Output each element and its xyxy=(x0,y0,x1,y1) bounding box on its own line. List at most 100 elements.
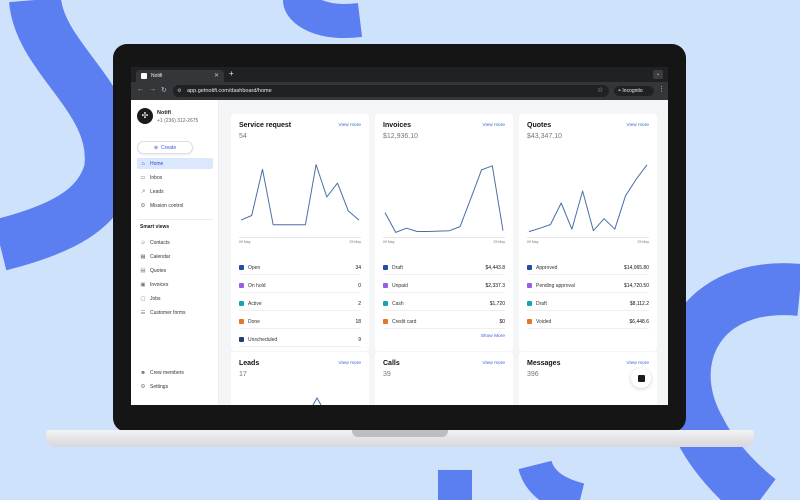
leads-chart-peek xyxy=(312,396,322,405)
legend-label: Open xyxy=(248,264,261,271)
legend-row[interactable]: Pending approval $14,720.50 xyxy=(527,279,649,293)
sidebar-item-contacts[interactable]: ☺ Contacts xyxy=(137,237,213,248)
legend-row[interactable]: Unscheduled 9 xyxy=(239,333,361,347)
legend-label: Unscheduled xyxy=(248,336,278,343)
sidebar-item-calendar[interactable]: ▦ Calendar xyxy=(137,251,213,262)
card-total: $43,347.10 xyxy=(527,133,563,140)
axis-start-label: 09 May xyxy=(383,240,395,244)
card-total: 17 xyxy=(239,371,247,378)
site-info-icon[interactable]: ⚙ xyxy=(177,85,181,97)
view-more-link[interactable]: View more xyxy=(626,361,649,366)
view-more-link[interactable]: View more xyxy=(338,123,361,128)
chat-button[interactable] xyxy=(631,368,651,388)
address-bar[interactable]: ⚙ app.getnotifi.com/dashboard/home xyxy=(173,85,609,97)
view-more-link[interactable]: View more xyxy=(626,123,649,128)
legend-value: $4,443.8 xyxy=(485,264,505,271)
legend-swatch xyxy=(527,301,532,306)
calendar-icon: ▦ xyxy=(140,253,146,260)
sidebar-item-mission-control[interactable]: ⚙ Mission control xyxy=(137,200,213,211)
sidebar-item-label: Leads xyxy=(150,188,164,195)
legend-row[interactable]: Voided $6,448.6 xyxy=(527,315,649,329)
legend-label: Pending approval xyxy=(536,282,575,289)
sidebar-item-label: Inbox xyxy=(150,174,163,181)
leads-icon: ↗ xyxy=(140,188,146,195)
contacts-icon: ☺ xyxy=(140,239,146,246)
crew-members-icon: ☻ xyxy=(140,369,146,376)
browser-menu-icon[interactable]: ⋮ xyxy=(658,85,665,93)
card-title: Leads xyxy=(239,360,260,367)
sidebar-item-home[interactable]: ⌂ Home xyxy=(137,158,213,169)
sidebar-item-leads[interactable]: ↗ Leads xyxy=(137,186,213,197)
laptop-notch xyxy=(352,430,448,437)
legend-row[interactable]: Draft $8,112.2 xyxy=(527,297,649,311)
sidebar-item-label: Customer forms xyxy=(150,309,186,316)
legend-row[interactable]: Approved $14,065.80 xyxy=(527,261,649,275)
favicon-icon xyxy=(141,73,147,79)
legend-label: On hold xyxy=(248,282,266,289)
chart-axis xyxy=(239,237,361,238)
sidebar-item-settings[interactable]: ⚙ Settings xyxy=(137,381,213,392)
view-more-link[interactable]: View more xyxy=(482,123,505,128)
legend-row[interactable]: Unpaid $2,337.3 xyxy=(383,279,505,293)
legend-row[interactable]: On hold 0 xyxy=(239,279,361,293)
legend-swatch xyxy=(383,301,388,306)
bookmark-star-icon[interactable]: ☆ xyxy=(597,86,603,94)
legend-row[interactable]: Draft $4,443.8 xyxy=(383,261,505,275)
org-phone: +1 (236) 312-2675 xyxy=(157,118,199,124)
legend-row[interactable]: Credit card $0 xyxy=(383,315,505,329)
view-more-link[interactable]: View more xyxy=(338,361,361,366)
legend-label: Draft xyxy=(392,264,403,271)
sidebar-item-inbox[interactable]: ▭ Inbox xyxy=(137,172,213,183)
sidebar-item-crew-members[interactable]: ☻ Crew members xyxy=(137,367,213,378)
legend-swatch xyxy=(383,265,388,270)
tab-title: Notifi xyxy=(151,73,163,79)
legend-label: Unpaid xyxy=(392,282,408,289)
legend-swatch xyxy=(239,337,244,342)
show-more-link[interactable]: Show More xyxy=(481,334,505,339)
sidebar-item-invoices[interactable]: ▣ Invoices xyxy=(137,279,213,290)
new-tab-icon[interactable]: + xyxy=(229,69,234,78)
dashboard-main: Service request View more 54 09 May 25 M… xyxy=(219,100,668,405)
incognito-label: Incognito xyxy=(622,88,643,94)
incognito-indicator[interactable]: ◓ Incognito xyxy=(614,86,654,96)
browser-tabbar: Notifi ✕ + ⌄ xyxy=(131,67,668,82)
laptop-screen: Notifi ✕ + ⌄ ← → ↻ ⚙ app.getnotifi.com/d… xyxy=(131,67,668,405)
app-container: ✣ Notifi +1 (236) 312-2675 ⊕ Create ⌂ Hom… xyxy=(131,100,668,405)
org-logo-icon: ✣ xyxy=(137,108,153,124)
legend-label: Voided xyxy=(536,318,552,325)
sidebar-divider xyxy=(137,219,213,220)
legend-row[interactable]: Done 18 xyxy=(239,315,361,329)
sidebar-item-label: Calendar xyxy=(150,253,171,260)
legend-row[interactable]: Cash $1,720 xyxy=(383,297,505,311)
create-button[interactable]: ⊕ Create xyxy=(137,141,193,154)
legend-swatch xyxy=(383,319,388,324)
quotes-chart xyxy=(528,164,648,233)
sidebar-item-label: Crew members xyxy=(150,369,184,376)
legend-label: Active xyxy=(248,300,262,307)
legend-row[interactable]: Open 34 xyxy=(239,261,361,275)
reload-icon[interactable]: ↻ xyxy=(161,86,167,94)
card-total: 39 xyxy=(383,371,391,378)
legend-value: 18 xyxy=(355,318,361,325)
forward-icon[interactable]: → xyxy=(149,86,156,93)
sidebar-item-jobs[interactable]: ▢ Jobs xyxy=(137,293,213,304)
legend-row[interactable]: Active 2 xyxy=(239,297,361,311)
invoices-chart xyxy=(384,165,504,233)
view-more-link[interactable]: View more xyxy=(482,361,505,366)
axis-end-label: 25 May xyxy=(637,240,649,244)
legend-value: $14,720.50 xyxy=(623,282,649,289)
invoices-card: Invoices View more $12,936.10 09 May 25 … xyxy=(375,114,513,351)
legend-value: $14,065.80 xyxy=(623,264,649,271)
chat-icon xyxy=(637,374,645,382)
sidebar-item-customer-forms[interactable]: ☰ Customer forms xyxy=(137,307,213,318)
close-icon[interactable]: ✕ xyxy=(214,72,219,79)
leads-card: Leads View more 17 xyxy=(231,352,369,405)
inbox-icon: ▭ xyxy=(140,174,146,181)
browser-toolbar: ← → ↻ ⚙ app.getnotifi.com/dashboard/home… xyxy=(131,82,668,100)
sidebar-item-quotes[interactable]: ▤ Quotes xyxy=(137,265,213,276)
tab-search-icon[interactable]: ⌄ xyxy=(653,70,663,79)
browser-tab[interactable]: Notifi ✕ xyxy=(136,70,224,82)
legend-label: Draft xyxy=(536,300,547,307)
sidebar-item-label: Invoices xyxy=(150,281,169,288)
back-icon[interactable]: ← xyxy=(137,86,144,93)
